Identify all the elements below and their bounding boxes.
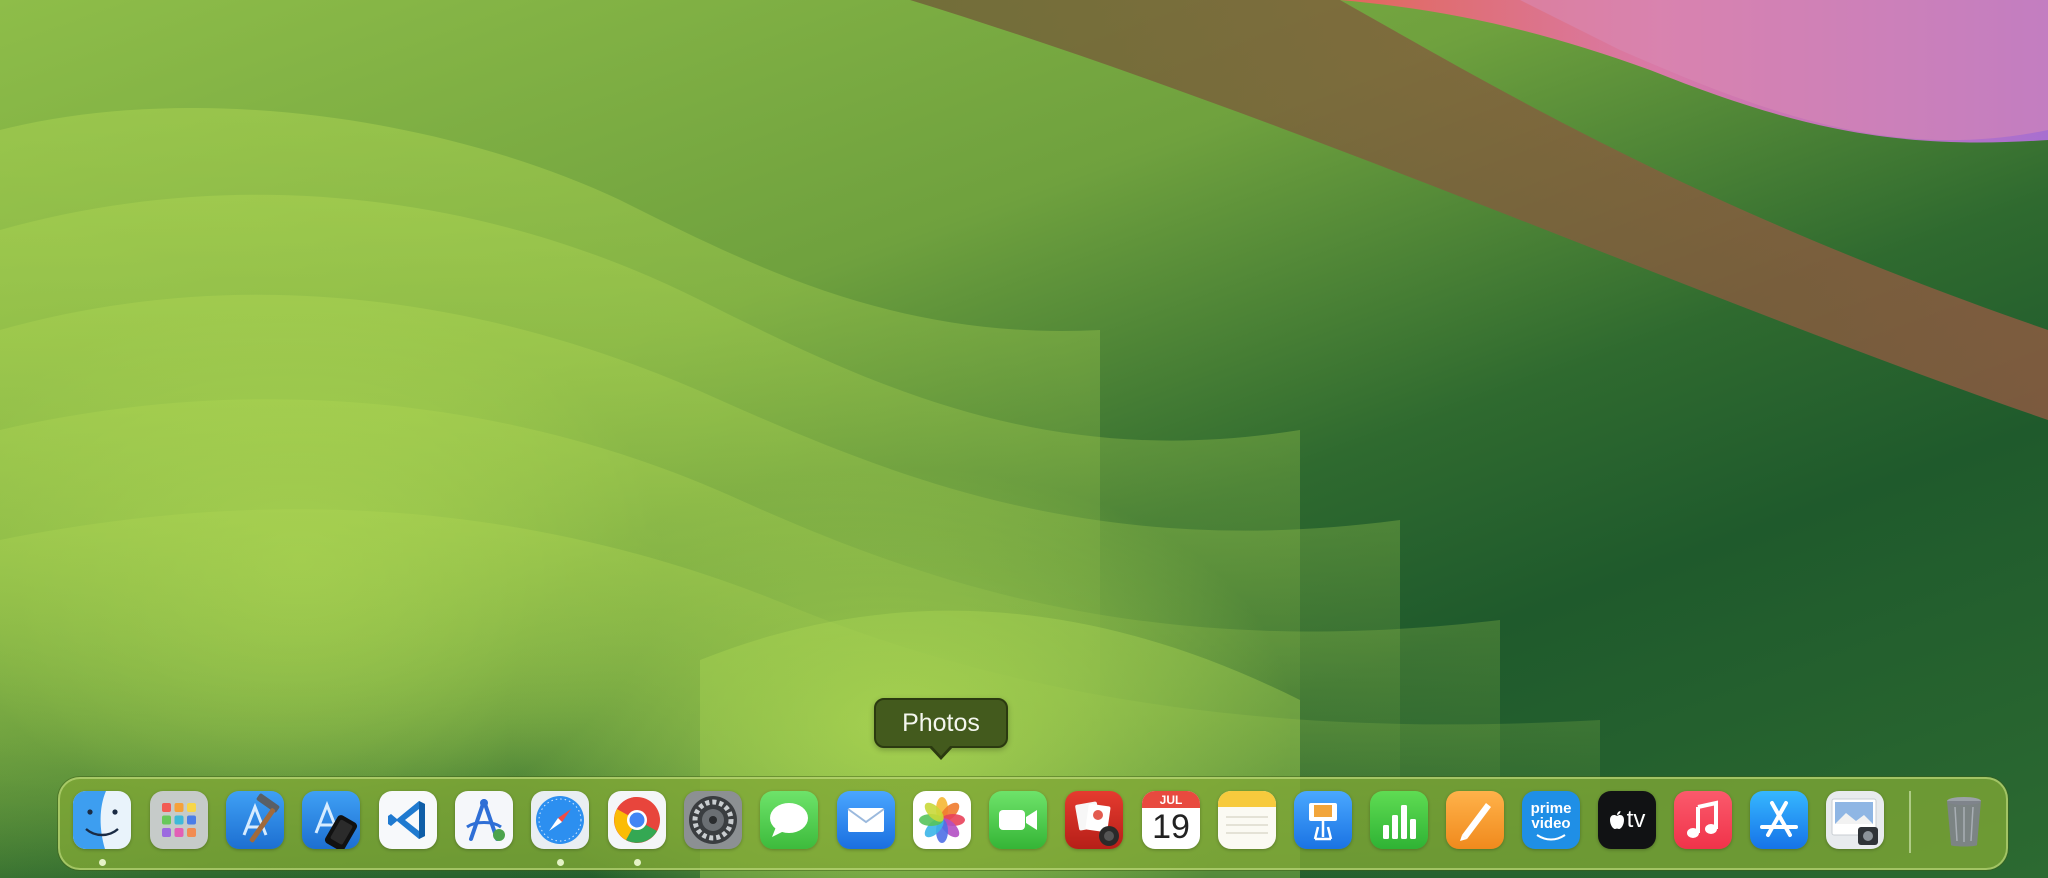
tooltip-arrow-fill xyxy=(931,745,951,756)
dock-item-pages[interactable] xyxy=(1446,791,1504,849)
numbers-icon xyxy=(1383,805,1416,839)
tooltip-label: Photos xyxy=(902,708,980,737)
calendar-month: JUL xyxy=(1159,793,1183,807)
dock-item-vscode[interactable] xyxy=(379,791,437,849)
desktop-wallpaper xyxy=(0,0,2048,878)
photo-booth-icon xyxy=(1075,801,1119,846)
finder-icon xyxy=(73,791,131,849)
dock-item-numbers[interactable] xyxy=(1370,791,1428,849)
dock-item-notes[interactable] xyxy=(1218,791,1276,849)
app-store-icon xyxy=(1760,801,1798,837)
pages-icon xyxy=(1460,803,1491,841)
mail-icon xyxy=(847,808,885,832)
simulator-icon xyxy=(314,800,358,849)
dock-item-messages[interactable] xyxy=(760,791,818,849)
calendar-icon: JUL 19 xyxy=(1142,791,1200,849)
prime-video-line2: video xyxy=(1531,815,1571,832)
dock-item-instruments[interactable] xyxy=(455,791,513,849)
messages-icon xyxy=(770,803,808,837)
dock-item-apple-tv[interactable]: tv xyxy=(1598,791,1656,849)
vscode-icon xyxy=(388,801,425,839)
dock-item-launchpad[interactable] xyxy=(150,791,208,849)
apple-tv-icon: tv xyxy=(1609,806,1646,834)
dock-item-mail[interactable] xyxy=(837,791,895,849)
dock-item-system-settings[interactable] xyxy=(684,791,742,849)
running-indicator xyxy=(634,859,641,866)
dock-tooltip: Photos xyxy=(874,698,1008,748)
dock-item-photo-booth[interactable] xyxy=(1065,791,1123,849)
dock-item-facetime[interactable] xyxy=(989,791,1047,849)
running-indicator xyxy=(557,859,564,866)
xcode-icon xyxy=(242,793,280,843)
dock-item-simulator[interactable] xyxy=(302,791,360,849)
preview-icon xyxy=(1831,798,1878,845)
calendar-day: 19 xyxy=(1152,808,1190,846)
dock-item-chrome[interactable] xyxy=(608,791,666,849)
safari-icon xyxy=(536,796,584,844)
dock-item-safari[interactable] xyxy=(531,791,589,849)
dock-item-preview[interactable] xyxy=(1826,791,1884,849)
dock-item-xcode[interactable] xyxy=(226,791,284,849)
notes-icon xyxy=(1218,791,1276,834)
dock-item-prime-video[interactable]: prime video xyxy=(1522,791,1580,849)
dock-item-app-store[interactable] xyxy=(1750,791,1808,849)
dock-item-calendar[interactable]: JUL 19 xyxy=(1142,791,1200,849)
dock-item-music[interactable] xyxy=(1674,791,1732,849)
dock-item-finder[interactable] xyxy=(73,791,131,849)
keynote-icon xyxy=(1309,803,1337,841)
gear-icon xyxy=(689,796,737,844)
music-icon xyxy=(1687,800,1718,838)
photos-icon xyxy=(919,797,965,843)
dock-item-photos[interactable] xyxy=(913,791,971,849)
dock-item-keynote[interactable] xyxy=(1294,791,1352,849)
chrome-icon xyxy=(614,797,660,843)
prime-video-icon: prime video xyxy=(1522,791,1580,849)
dock-item-trash[interactable] xyxy=(1935,791,1993,849)
instruments-icon xyxy=(466,799,505,841)
trash-icon xyxy=(1947,797,1981,847)
dock-separator xyxy=(1909,791,1911,853)
running-indicator xyxy=(99,859,106,866)
facetime-icon xyxy=(999,810,1037,830)
launchpad-icon xyxy=(162,803,196,837)
apple-tv-label: tv xyxy=(1626,806,1646,833)
